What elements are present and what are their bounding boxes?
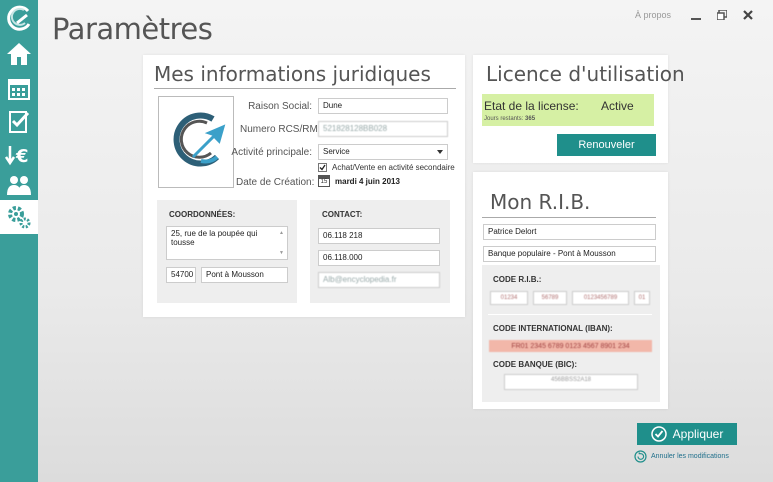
licence-status-label: Etat de la license: [484,99,579,113]
divider [488,314,652,315]
scroll-down-icon[interactable]: ▼ [279,250,284,256]
activite-value: Service [323,147,350,156]
divider [154,88,456,89]
divider [482,217,656,218]
bic-label: CODE BANQUE (BIC): [493,360,577,369]
sidebar: € [0,0,38,482]
bic-field[interactable]: 456BBSS2A18 [504,374,638,390]
euro-exchange-icon[interactable]: € [0,138,38,172]
undo-icon [634,450,647,463]
window-controls: À propos [635,8,755,22]
rib-title: Mon R.I.B. [490,190,591,214]
cancel-label: Annuler les modifications [651,453,729,460]
rib-holder-field[interactable]: Patrice Delort [483,224,656,240]
creation-label: Date de Création: [236,177,315,188]
raison-social-label: Raison Social: [248,101,312,112]
calendar-day: 15 [320,179,328,185]
home-icon[interactable] [0,37,38,71]
email-field[interactable]: Alb@encyclopedia.fr [318,272,440,288]
settings-icon[interactable] [0,200,38,234]
calendar-icon[interactable] [0,72,38,106]
legal-info-title: Mes informations juridiques [154,62,431,86]
postal-code-field[interactable]: 54700 [166,267,196,283]
checklist-icon[interactable] [0,104,38,138]
about-link[interactable]: À propos [635,10,671,20]
fax-field[interactable]: 06.118.000 [318,250,440,266]
close-icon[interactable] [741,8,755,22]
days-value: 365 [525,116,536,122]
apply-label: Appliquer [672,427,724,441]
contact-title: CONTACT: [322,210,363,219]
rib-key-field[interactable]: 01 [634,291,650,305]
city-field[interactable]: Pont à Mousson [201,267,288,283]
scroll-up-icon[interactable]: ▲ [279,230,284,236]
minimize-icon[interactable] [689,8,703,22]
restore-icon[interactable] [715,8,729,22]
apply-button[interactable]: Appliquer [637,423,737,445]
rcs-field[interactable]: 521828128BB028 [318,121,448,137]
iban-field[interactable]: FR01 2345 6789 0123 4567 8901 234 [489,340,652,352]
page-title: Paramètres [52,12,213,46]
activite-label: Activité principale: [231,147,312,158]
renew-button[interactable]: Renouveler [557,134,656,156]
iban-label: CODE INTERNATIONAL (IBAN): [493,324,613,333]
rib-branch-code-field[interactable]: 56789 [533,291,567,305]
app-logo-icon[interactable] [4,4,34,34]
raison-social-field[interactable]: Dune [318,98,448,114]
code-rib-label: CODE R.I.B.: [493,275,542,284]
secondary-activity-label: Achat/Vente en activité secondaire [332,163,455,172]
phone-field[interactable]: 06.118 218 [318,228,440,244]
svg-text:€: € [15,146,29,167]
days-label: Jours restants: [484,116,524,122]
chevron-down-icon [437,150,443,154]
coordonnees-title: COORDONNÉES: [169,210,236,219]
licence-days: Jours restants: 365 [484,116,535,122]
rib-bank-field[interactable]: Banque populaire - Pont à Mousson [483,246,656,262]
calendar-icon[interactable]: 15 [318,175,330,187]
address-field[interactable]: 25, rue de la poupée qui tousse ▲ ▼ [166,226,288,260]
rib-account-field[interactable]: 0123456789 [572,291,629,305]
activite-select[interactable]: Service [318,144,448,160]
creation-date-value: mardi 4 juin 2013 [335,177,400,186]
users-icon[interactable] [0,168,38,202]
address-value: 25, rue de la poupée qui tousse [171,229,258,247]
company-logo[interactable] [158,96,234,188]
rib-bank-code-field[interactable]: 01234 [490,291,528,305]
rcs-label: Numero RCS/RM: [240,124,321,135]
check-circle-icon [650,426,667,442]
licence-status-value: Active [601,99,634,113]
licence-title: Licence d'utilisation [486,62,685,86]
secondary-activity-checkbox[interactable] [318,163,327,172]
cancel-link[interactable]: Annuler les modifications [634,450,729,463]
